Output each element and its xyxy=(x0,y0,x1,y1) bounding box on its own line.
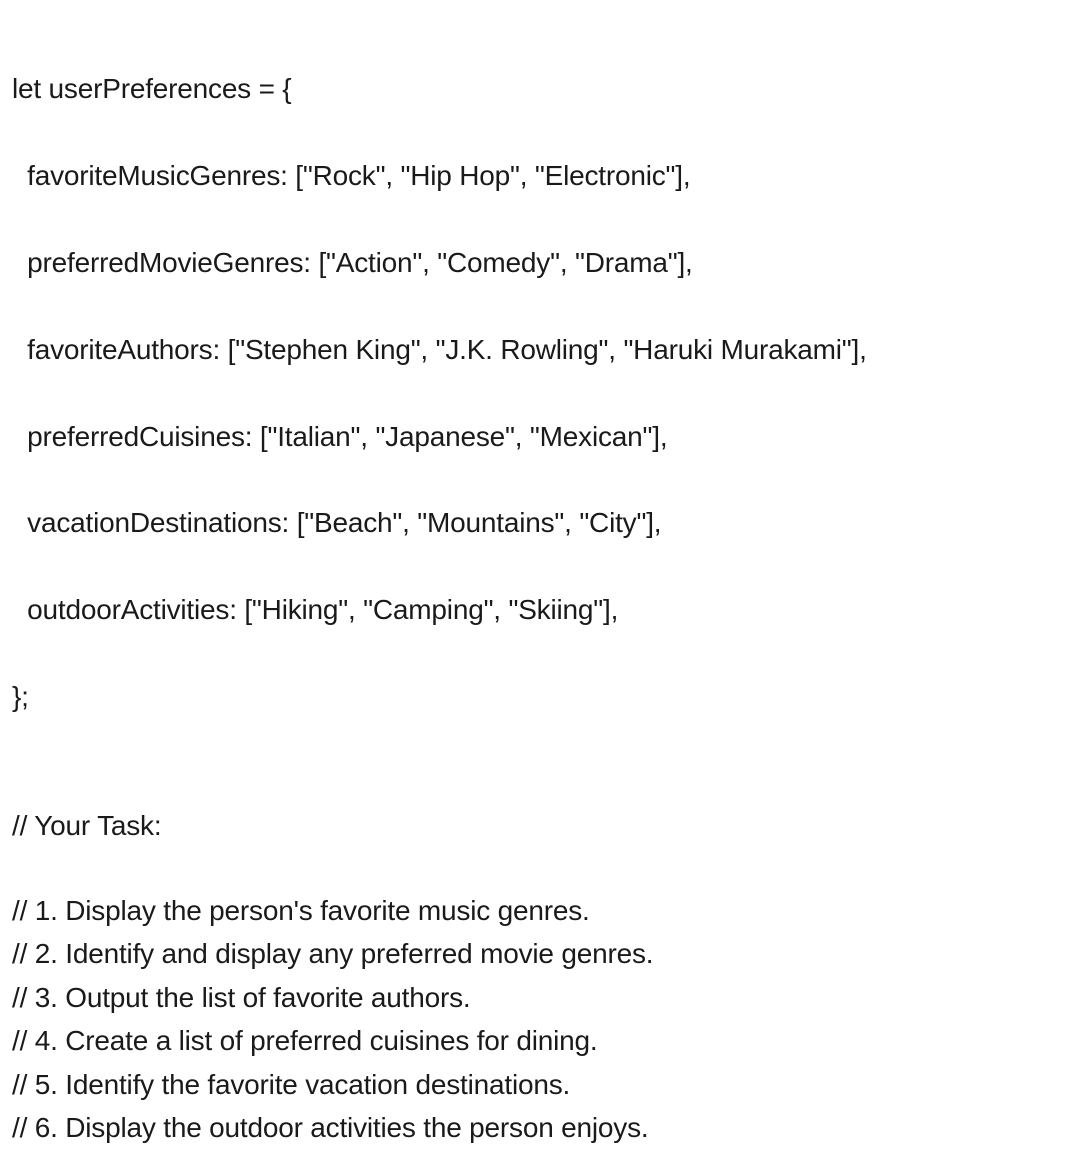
task-item: // 5. Identify the favorite vacation des… xyxy=(12,1063,1056,1106)
blank-line xyxy=(12,847,1056,889)
task-list: // 1. Display the person's favorite musi… xyxy=(12,889,1056,1149)
task-item: // 2. Identify and display any preferred… xyxy=(12,932,1056,975)
task-item: // 1. Display the person's favorite musi… xyxy=(12,889,1056,932)
task-item: // 3. Output the list of favorite author… xyxy=(12,976,1056,1019)
blank-line xyxy=(12,762,1056,804)
code-line: let userPreferences = { xyxy=(12,67,1056,110)
code-line: preferredCuisines: ["Italian", "Japanese… xyxy=(12,415,1056,458)
code-line: }; xyxy=(12,675,1056,718)
code-line: favoriteAuthors: ["Stephen King", "J.K. … xyxy=(12,328,1056,371)
task-item: // 6. Display the outdoor activities the… xyxy=(12,1106,1056,1149)
code-line: favoriteMusicGenres: ["Rock", "Hip Hop",… xyxy=(12,154,1056,197)
code-snippet: let userPreferences = { favoriteMusicGen… xyxy=(12,24,1056,762)
task-header: // Your Task: xyxy=(12,804,1056,847)
task-item: // 4. Create a list of preferred cuisine… xyxy=(12,1019,1056,1062)
code-line: preferredMovieGenres: ["Action", "Comedy… xyxy=(12,241,1056,284)
code-line: vacationDestinations: ["Beach", "Mountai… xyxy=(12,501,1056,544)
code-line: outdoorActivities: ["Hiking", "Camping",… xyxy=(12,588,1056,631)
